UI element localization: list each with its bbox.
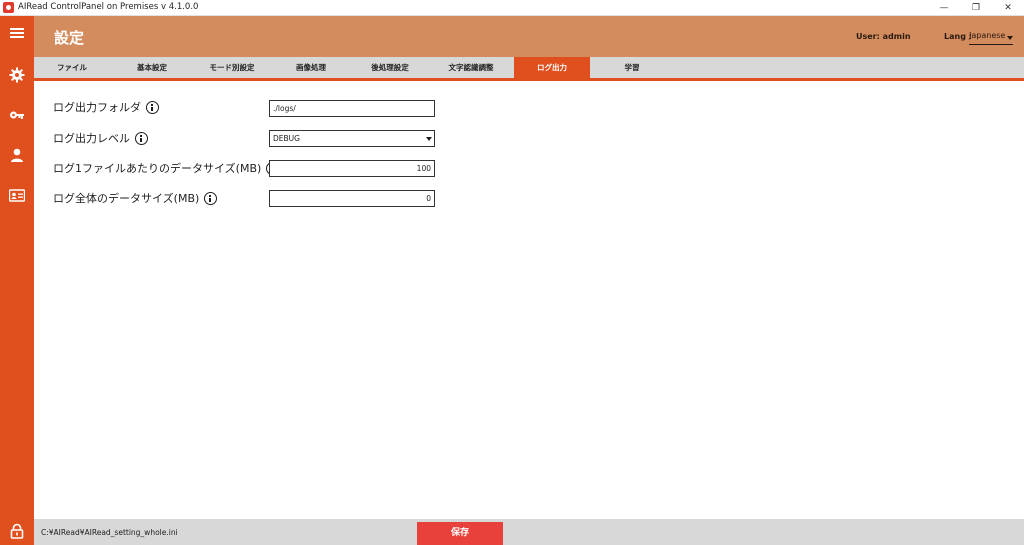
info-icon[interactable] [146,100,159,114]
tab-underline [34,78,1024,81]
tab-image-processing[interactable]: 画像処理 [270,57,352,78]
log-level-value: DEBUG [273,134,300,143]
tab-mode-settings[interactable]: モード別設定 [194,57,270,78]
key-icon[interactable] [9,107,25,123]
log-file-size-label: ログ1ファイルあたりのデータサイズ(MB) [53,161,280,176]
close-button[interactable]: ✕ [992,0,1024,16]
maximize-button[interactable]: ❐ [960,0,992,16]
tab-log-output[interactable]: ログ出力 [514,57,590,78]
app-logo-icon [3,2,14,13]
info-icon[interactable] [135,131,148,145]
tab-basic-settings[interactable]: 基本設定 [110,57,194,78]
chevron-down-icon [1007,36,1013,40]
footer-bar: C:¥AIRead¥AIRead_setting_whole.ini 保存 [34,519,1024,545]
tab-post-processing[interactable]: 後処理設定 [352,57,428,78]
tab-learning[interactable]: 学習 [590,57,674,78]
log-folder-label: ログ出力フォルダ [53,100,159,115]
log-total-size-input[interactable] [269,190,435,207]
lang-label: Lang : [944,32,972,41]
sidebar [0,16,34,545]
window-title-bar: AIRead ControlPanel on Premises v 4.1.0.… [0,0,1024,16]
tab-bar: ファイル 基本設定 モード別設定 画像処理 後処理設定 文字認識調整 ログ出力 … [34,57,1024,78]
log-file-size-input[interactable] [269,160,435,177]
log-folder-label-text: ログ出力フォルダ [53,101,141,114]
window-title: AIRead ControlPanel on Premises v 4.1.0.… [18,2,199,12]
page-header: 設定 User: admin Lang : Japanese [34,16,1024,57]
lock-icon[interactable] [9,523,25,539]
log-level-label-text: ログ出力レベル [53,132,130,145]
info-icon[interactable] [204,191,218,205]
chevron-down-icon [426,137,432,141]
save-button[interactable]: 保存 [417,522,503,545]
gear-icon[interactable] [9,67,25,83]
tab-file[interactable]: ファイル [34,57,110,78]
log-total-size-label-text: ログ全体のデータサイズ(MB) [53,192,200,205]
log-file-size-label-text: ログ1ファイルあたりのデータサイズ(MB) [53,162,262,175]
settings-file-path: C:¥AIRead¥AIRead_setting_whole.ini [41,528,178,537]
minimize-button[interactable]: — [928,0,960,16]
log-folder-input[interactable] [269,100,435,117]
id-card-icon[interactable] [9,187,25,203]
user-label: User: admin [856,32,911,41]
log-level-label: ログ出力レベル [53,131,148,146]
log-level-select[interactable]: DEBUG [269,130,435,147]
language-value: Japanese [969,31,1006,40]
tab-ocr-adjustment[interactable]: 文字認識調整 [428,57,514,78]
user-icon[interactable] [9,147,25,163]
log-total-size-label: ログ全体のデータサイズ(MB) [53,191,218,206]
language-select[interactable]: Japanese [969,29,1013,45]
menu-icon[interactable] [9,25,25,41]
page-title: 設定 [54,29,85,47]
